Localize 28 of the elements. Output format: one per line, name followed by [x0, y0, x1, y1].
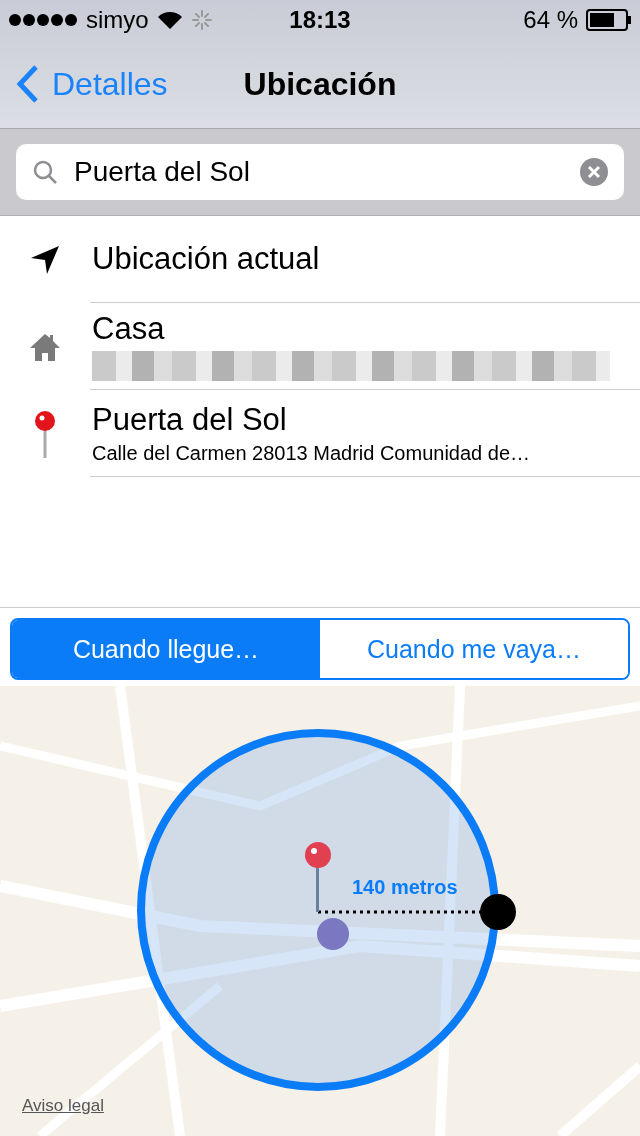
drag-handle[interactable] [480, 894, 516, 930]
radius-label: 140 metros [352, 876, 458, 899]
legal-link[interactable]: Aviso legal [22, 1096, 104, 1116]
location-address: Calle del Carmen 28013 Madrid Comunidad de… [92, 441, 532, 465]
chevron-left-icon [16, 64, 40, 104]
location-item[interactable]: Casa [0, 303, 640, 390]
pin-icon [305, 842, 331, 912]
location-item[interactable]: Ubicación actual [0, 216, 640, 303]
location-title: Ubicación actual [92, 241, 321, 277]
spinner-icon [190, 9, 213, 31]
battery-percent: 64 % [523, 6, 578, 34]
battery-icon [586, 9, 632, 31]
clock: 18:13 [289, 6, 351, 34]
location-arrow-icon [29, 243, 61, 276]
search-field[interactable]: Puerta del Sol [16, 144, 624, 200]
screen-title: Ubicación [243, 65, 397, 103]
wifi-icon [156, 10, 183, 30]
search-query: Puerta del Sol [74, 156, 251, 188]
carrier-name: simyo [86, 6, 149, 34]
search-icon [32, 159, 58, 185]
location-title: Puerta del Sol [92, 401, 288, 438]
trigger-tab[interactable]: Cuando llegue… [12, 620, 320, 678]
pin-icon [33, 409, 57, 458]
location-item[interactable]: Puerta del Sol Calle del Carmen 28013 Madrid Comunidad de… [0, 390, 640, 477]
location-title: Casa [92, 311, 166, 347]
signal-icon [8, 13, 78, 27]
house-icon [29, 331, 61, 362]
clear-icon[interactable] [580, 158, 608, 186]
